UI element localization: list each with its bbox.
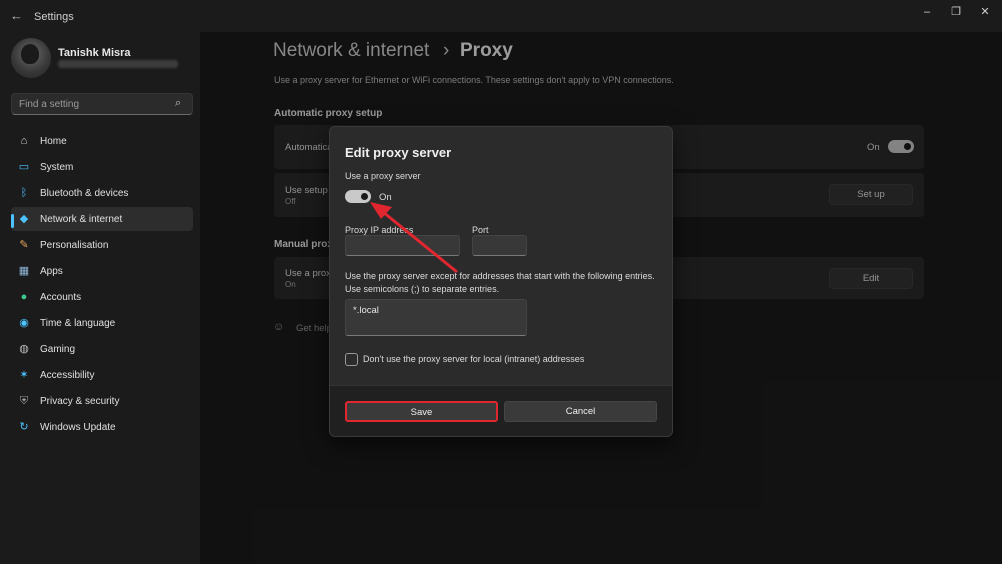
sidebar-item-label: Accessibility xyxy=(40,370,95,381)
sidebar-item-label: Network & internet xyxy=(40,214,123,225)
dialog-title: Edit proxy server xyxy=(345,145,452,160)
back-arrow-icon[interactable]: ← xyxy=(10,9,24,23)
network-icon: ◆ xyxy=(19,213,29,225)
minimize-icon[interactable]: – xyxy=(914,4,940,20)
sidebar-item-label: Privacy & security xyxy=(40,396,120,407)
accounts-icon: ● xyxy=(20,291,28,303)
sidebar-item-label: Accounts xyxy=(40,292,82,303)
sidebar-item-label: Home xyxy=(40,136,67,147)
exceptions-instructions-1: Use the proxy server except for addresse… xyxy=(345,271,655,281)
sidebar-item-label: Apps xyxy=(40,266,63,277)
restore-icon[interactable]: ❐ xyxy=(943,4,969,20)
search-icon[interactable]: ⌕ xyxy=(175,97,181,110)
sidebar-item-apps[interactable] xyxy=(11,259,193,283)
sidebar-item-gaming[interactable] xyxy=(11,337,193,361)
use-proxy-state: On xyxy=(379,192,392,203)
bluetooth-icon: ᛒ xyxy=(20,187,28,199)
cancel-button[interactable]: Cancel xyxy=(504,401,657,422)
local-addresses-label: Don't use the proxy server for local (in… xyxy=(363,354,585,364)
sidebar-item-accessibility[interactable] xyxy=(11,363,193,387)
use-proxy-label: Use a proxy server xyxy=(345,171,421,181)
sidebar-item-accounts[interactable] xyxy=(11,285,193,309)
avatar[interactable] xyxy=(11,38,51,78)
sidebar-item-label: Personalisation xyxy=(40,240,109,251)
shield-icon: ⛨ xyxy=(19,395,29,407)
local-addresses-checkbox[interactable] xyxy=(345,353,358,366)
sidebar-item-label: Windows Update xyxy=(40,422,116,433)
sidebar-item-label: Gaming xyxy=(40,344,76,355)
save-button[interactable]: Save xyxy=(345,401,498,422)
title-bar: ← Settings – ❐ ✕ xyxy=(0,0,1002,32)
sidebar-item-label: System xyxy=(40,162,74,173)
window-title: Settings xyxy=(34,11,74,23)
selection-indicator xyxy=(11,214,14,228)
sidebar-item-system[interactable] xyxy=(11,155,193,179)
port-input[interactable] xyxy=(472,235,527,256)
edit-proxy-dialog: Edit proxy server Use a proxy server On … xyxy=(329,126,673,437)
exceptions-instructions-2: Use semicolons (;) to separate entries. xyxy=(345,284,500,294)
use-proxy-toggle[interactable] xyxy=(345,190,371,203)
brush-icon: ✎ xyxy=(19,239,29,251)
globe-icon: ◉ xyxy=(19,317,29,329)
exceptions-textarea[interactable]: *.local xyxy=(345,299,527,336)
search-input[interactable]: Find a setting xyxy=(19,99,79,110)
sidebar-item-home[interactable] xyxy=(11,129,193,153)
user-email-redacted xyxy=(58,60,178,68)
accessibility-icon: ✶ xyxy=(19,369,29,381)
gaming-icon: ◍ xyxy=(19,343,29,355)
sidebar-item-label: Bluetooth & devices xyxy=(40,188,129,199)
apps-icon: ▦ xyxy=(18,265,30,277)
home-icon: ⌂ xyxy=(20,135,28,147)
sidebar-item-label: Time & language xyxy=(40,318,116,329)
proxy-ip-label: Proxy IP address xyxy=(345,225,414,235)
port-label: Port xyxy=(472,225,489,235)
close-icon[interactable]: ✕ xyxy=(972,4,998,20)
proxy-ip-input[interactable] xyxy=(345,235,460,256)
user-name: Tanishk Misra xyxy=(58,47,131,59)
system-icon: ▭ xyxy=(18,161,30,173)
update-icon: ↻ xyxy=(19,421,29,433)
